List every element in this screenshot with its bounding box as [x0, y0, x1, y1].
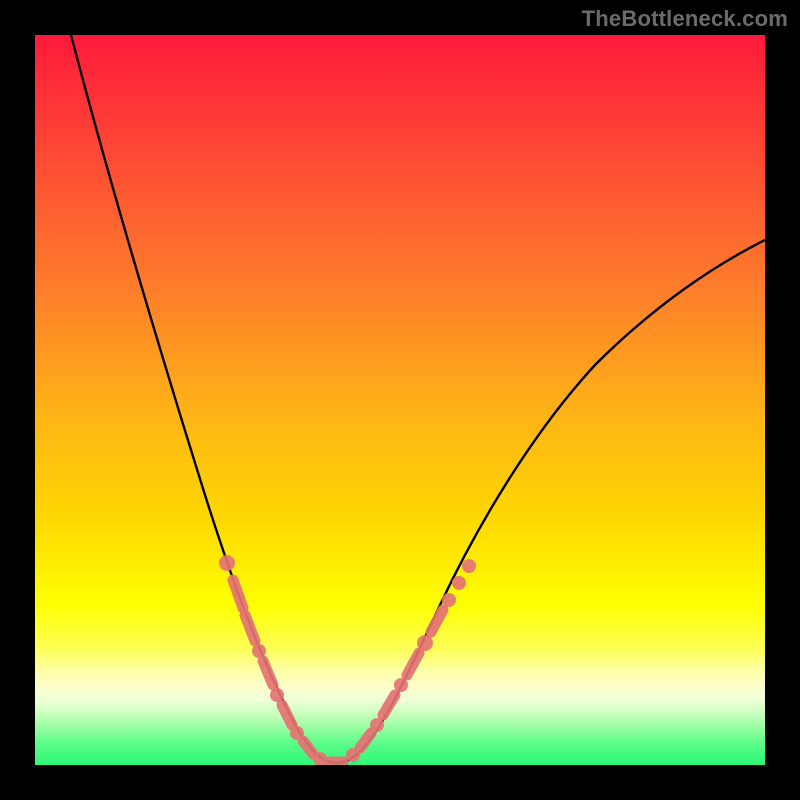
bottleneck-curve: [35, 35, 765, 765]
watermark: TheBottleneck.com: [582, 6, 788, 32]
plot-area: [35, 35, 765, 765]
marker-cluster-right: [346, 559, 476, 762]
chart-frame: TheBottleneck.com: [0, 0, 800, 800]
marker-cluster-left: [219, 555, 343, 765]
